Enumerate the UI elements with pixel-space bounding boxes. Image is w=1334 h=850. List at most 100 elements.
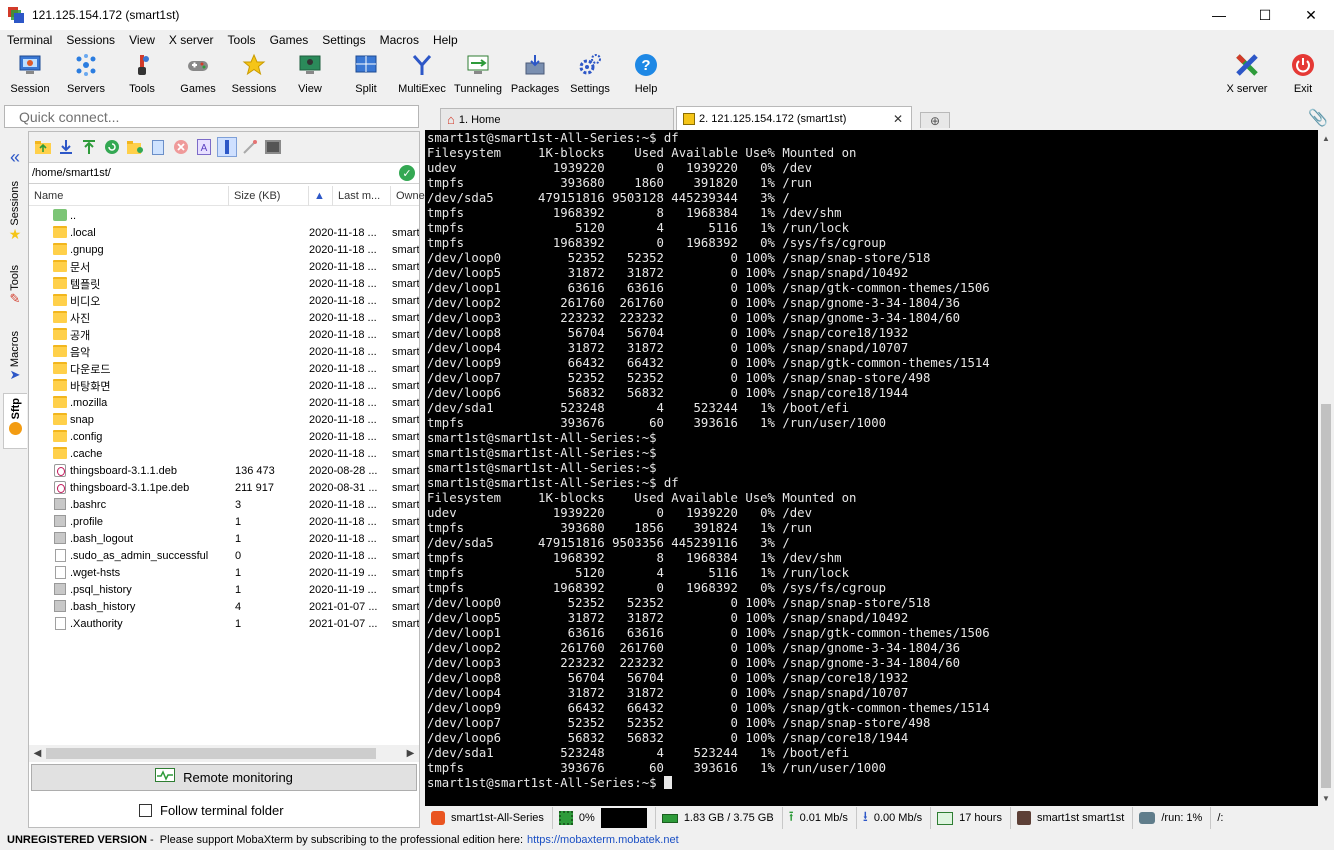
follow-terminal-folder[interactable]: Follow terminal folder	[139, 800, 284, 820]
file-name: .psql_history	[70, 583, 132, 596]
toolbar-servers-button[interactable]: Servers	[64, 52, 108, 100]
sort-ascending-icon[interactable]: ▲	[309, 186, 333, 206]
download-icon[interactable]	[56, 137, 76, 157]
tab-ssh-session[interactable]: 2. 121.125.154.172 (smart1st) ✕	[676, 106, 912, 130]
toolbar-tools-button[interactable]: Tools	[122, 52, 162, 100]
file-row[interactable]: .wget-hsts 1 2020-11-19 ... smart	[29, 564, 419, 581]
scroll-thumb[interactable]	[46, 748, 376, 759]
permissions-icon[interactable]	[217, 137, 237, 157]
file-row[interactable]: .cache 2020-11-18 ... smart	[29, 445, 419, 462]
config-file-icon	[54, 515, 66, 527]
terminal-scroll-thumb[interactable]	[1321, 404, 1331, 788]
horizontal-scrollbar[interactable]: ◀ ▶	[29, 745, 419, 762]
tab-sftp[interactable]: Sftp	[3, 393, 27, 449]
menu-xserver[interactable]: X server	[162, 33, 221, 47]
file-row[interactable]: 사진 2020-11-18 ... smart	[29, 309, 419, 326]
new-file-icon[interactable]	[148, 137, 168, 157]
file-row[interactable]: snap 2020-11-18 ... smart	[29, 411, 419, 428]
paperclip-icon[interactable]: 📎	[1308, 108, 1328, 128]
toolbar-exit-button[interactable]: Exit	[1288, 52, 1318, 100]
folder-icon	[53, 311, 67, 323]
file-row[interactable]: ..	[29, 207, 419, 224]
tab-sessions[interactable]: Sessions ★	[3, 177, 27, 257]
scroll-down-icon[interactable]: ▼	[1318, 790, 1334, 806]
file-row[interactable]: .gnupg 2020-11-18 ... smart	[29, 241, 419, 258]
file-icon	[55, 566, 66, 579]
minimize-button[interactable]: —	[1196, 0, 1242, 30]
column-last-modified[interactable]: Last m...	[333, 186, 391, 206]
column-size[interactable]: Size (KB)	[229, 186, 309, 206]
scroll-up-icon[interactable]: ▲	[1318, 130, 1334, 146]
toolbar-tunneling-button[interactable]: Tunneling	[454, 52, 502, 100]
toolbar-xserver-button[interactable]: X server	[1222, 52, 1272, 100]
file-row[interactable]: .local 2020-11-18 ... smart	[29, 224, 419, 241]
menu-help[interactable]: Help	[426, 33, 465, 47]
toolbar-multiexec-button[interactable]: MultiExec	[398, 52, 446, 100]
scroll-left-icon[interactable]: ◀	[29, 745, 46, 762]
toolbar-split-button[interactable]: Split	[346, 52, 386, 100]
refresh-icon[interactable]	[102, 137, 122, 157]
toolbar-settings-button[interactable]: Settings	[568, 52, 612, 100]
toolbar-view-button[interactable]: View	[290, 52, 330, 100]
toolbar-sessions-button[interactable]: Sessions	[231, 52, 277, 100]
maximize-button[interactable]: ☐	[1242, 0, 1288, 30]
column-owner[interactable]: Owne	[391, 186, 425, 206]
tab-home[interactable]: ⌂ 1. Home	[440, 108, 674, 130]
file-row[interactable]: thingsboard-3.1.1pe.deb 211 917 2020-08-31…	[29, 479, 419, 496]
file-row[interactable]: .profile 1 2020-11-18 ... smart	[29, 513, 419, 530]
file-row[interactable]: .mozilla 2020-11-18 ... smart	[29, 394, 419, 411]
rename-icon[interactable]: A	[194, 137, 214, 157]
menu-terminal[interactable]: Terminal	[0, 33, 59, 47]
new-tab-button[interactable]: ⊕	[920, 112, 950, 128]
file-row[interactable]: .Xauthority 1 2021-01-07 ... smart	[29, 615, 419, 632]
file-row[interactable]: .bashrc 3 2020-11-18 ... smart	[29, 496, 419, 513]
terminal-line: udev 1939220 0 1939220 0% /dev	[427, 506, 812, 520]
collapse-sidebar-button[interactable]: «	[3, 145, 27, 169]
menu-tools[interactable]: Tools	[221, 33, 263, 47]
scroll-right-icon[interactable]: ▶	[402, 745, 419, 762]
terminal-output[interactable]: smart1st@smart1st-All-Series:~$ df Filesy…	[425, 130, 1318, 806]
file-row[interactable]: 비디오 2020-11-18 ... smart	[29, 292, 419, 309]
magic-wand-icon[interactable]	[240, 137, 260, 157]
file-row[interactable]: thingsboard-3.1.1.deb 136 473 2020-08-28 .…	[29, 462, 419, 479]
menu-settings[interactable]: Settings	[315, 33, 372, 47]
file-row[interactable]: 공개 2020-11-18 ... smart	[29, 326, 419, 343]
mobaxterm-link[interactable]: https://mobaxterm.mobatek.net	[527, 834, 679, 846]
follow-terminal-checkbox[interactable]	[139, 803, 152, 817]
terminal-prompt-line[interactable]: smart1st@smart1st-All-Series:~$	[427, 776, 1318, 791]
close-tab-icon[interactable]: ✕	[893, 112, 903, 126]
column-name[interactable]: Name	[29, 186, 229, 206]
tab-tools[interactable]: Tools ✎	[3, 261, 27, 321]
file-row[interactable]: 다운로드 2020-11-18 ... smart	[29, 360, 419, 377]
toolbar-session-button[interactable]: Session	[8, 52, 52, 100]
delete-icon[interactable]	[171, 137, 191, 157]
close-button[interactable]: ✕	[1288, 0, 1334, 30]
new-folder-icon[interactable]	[125, 137, 145, 157]
terminal-line: /dev/sda5 479151816 9503356 445239116 3%…	[427, 536, 790, 550]
file-row[interactable]: .psql_history 1 2020-11-19 ... smart	[29, 581, 419, 598]
tab-macros[interactable]: Macros ➤	[3, 327, 27, 391]
quick-connect-input[interactable]: Quick connect...	[4, 105, 419, 128]
file-row[interactable]: 바탕화면 2020-11-18 ... smart	[29, 377, 419, 394]
menu-view[interactable]: View	[122, 33, 162, 47]
terminal-vertical-scrollbar[interactable]: ▲ ▼	[1318, 130, 1334, 806]
remote-monitoring-button[interactable]: Remote monitoring	[31, 764, 417, 791]
terminal-icon[interactable]	[263, 137, 283, 157]
toolbar-games-button[interactable]: Games	[178, 52, 218, 100]
menu-macros[interactable]: Macros	[373, 33, 426, 47]
upload-icon[interactable]	[79, 137, 99, 157]
file-row[interactable]: 음악 2020-11-18 ... smart	[29, 343, 419, 360]
file-row[interactable]: .bash_logout 1 2020-11-18 ... smart	[29, 530, 419, 547]
file-row[interactable]: .sudo_as_admin_successful 0 2020-11-18 ...…	[29, 547, 419, 564]
toolbar-help-button[interactable]: ? Help	[628, 52, 664, 100]
sftp-path-input[interactable]: /home/smart1st/ ✓	[29, 162, 419, 184]
menu-games[interactable]: Games	[263, 33, 316, 47]
menu-sessions[interactable]: Sessions	[59, 33, 122, 47]
toolbar-packages-button[interactable]: Packages	[510, 52, 560, 100]
file-row[interactable]: .config 2020-11-18 ... smart	[29, 428, 419, 445]
file-row[interactable]: .bash_history 4 2021-01-07 ... smart	[29, 598, 419, 615]
parent-folder-icon[interactable]	[33, 137, 53, 157]
checkmark-icon[interactable]: ✓	[399, 165, 415, 181]
file-row[interactable]: 템플릿 2020-11-18 ... smart	[29, 275, 419, 292]
file-row[interactable]: 문서 2020-11-18 ... smart	[29, 258, 419, 275]
